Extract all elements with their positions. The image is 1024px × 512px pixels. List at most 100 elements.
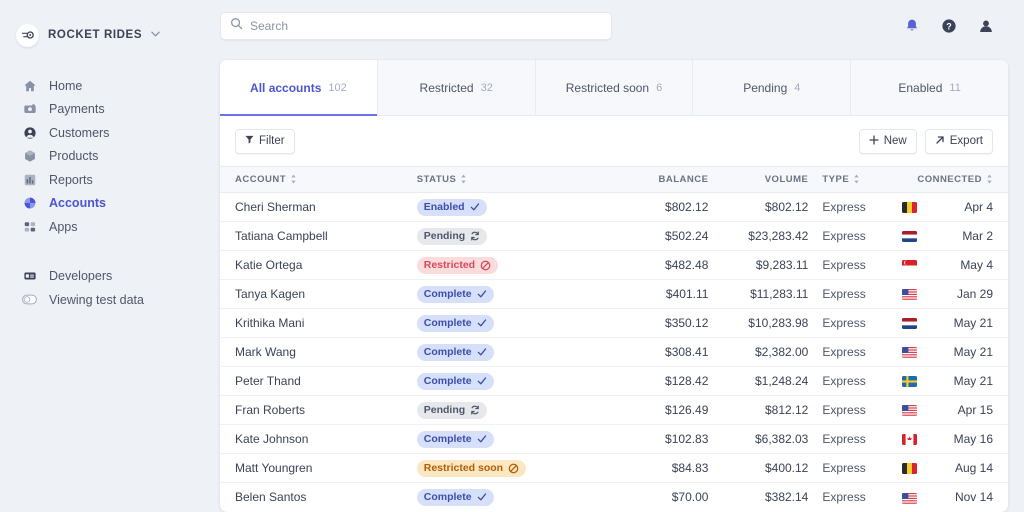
cell-volume: $23,283.42 xyxy=(716,222,818,251)
toggle-icon[interactable] xyxy=(22,292,37,307)
column-header-type[interactable]: TYPE xyxy=(818,167,885,193)
developers-icon xyxy=(22,269,37,284)
cell-country-flag xyxy=(886,396,933,425)
accounts-table: ACCOUNT STATUS xyxy=(220,166,1008,512)
check-icon xyxy=(477,492,487,502)
help-circle-icon[interactable]: ? xyxy=(940,18,957,35)
search-bar[interactable] xyxy=(220,12,612,40)
cell-type: Express xyxy=(818,280,885,309)
cell-type: Express xyxy=(818,425,885,454)
tab-all-accounts[interactable]: All accounts 102 xyxy=(220,60,378,115)
type-label: Express xyxy=(822,345,865,359)
table-row[interactable]: Matt YoungrenRestricted soon$84.83$400.1… xyxy=(220,454,1008,483)
table-row[interactable]: Mark WangComplete$308.41$2,382.00Express… xyxy=(220,338,1008,367)
cell-connected: Mar 2 xyxy=(933,222,1008,251)
export-label: Export xyxy=(950,135,983,147)
cell-account: Kate Johnson xyxy=(220,425,417,454)
cell-balance: $84.83 xyxy=(627,454,717,483)
cell-status: Restricted soon xyxy=(417,454,627,483)
sidebar-item-customers[interactable]: Customers xyxy=(0,121,218,145)
sort-icon[interactable] xyxy=(853,174,860,186)
sort-icon[interactable] xyxy=(460,174,467,186)
table-row[interactable]: Krithika ManiComplete$350.12$10,283.98Ex… xyxy=(220,309,1008,338)
table-row[interactable]: Cheri ShermanEnabled$802.12$802.12Expres… xyxy=(220,193,1008,222)
flag-nl-icon xyxy=(902,318,917,329)
sort-icon[interactable] xyxy=(986,174,993,186)
cell-connected: May 4 xyxy=(933,251,1008,280)
cell-type: Express xyxy=(818,454,885,483)
sidebar-item-accounts[interactable]: Accounts xyxy=(0,192,218,216)
home-icon xyxy=(22,78,37,93)
cell-status: Complete xyxy=(417,425,627,454)
rocket-logo-icon xyxy=(16,24,39,47)
customers-icon xyxy=(22,125,37,140)
column-header-account[interactable]: ACCOUNT xyxy=(220,167,417,193)
brand-switcher[interactable]: ROCKET RIDES xyxy=(0,18,218,52)
column-header-volume: VOLUME xyxy=(716,167,818,193)
cell-account: Cheri Sherman xyxy=(220,193,417,222)
cell-volume: $1,248.24 xyxy=(716,367,818,396)
type-label: Express xyxy=(822,316,865,330)
sidebar-item-reports[interactable]: Reports xyxy=(0,168,218,192)
cell-connected: Apr 4 xyxy=(933,193,1008,222)
cell-country-flag xyxy=(886,367,933,396)
accounts-icon xyxy=(22,196,37,211)
new-button[interactable]: New xyxy=(859,129,917,154)
apps-icon xyxy=(22,219,37,234)
cell-account: Fran Roberts xyxy=(220,396,417,425)
tab-pending[interactable]: Pending 4 xyxy=(693,60,851,115)
tab-restricted[interactable]: Restricted 32 xyxy=(378,60,536,115)
table-row[interactable]: Kate JohnsonComplete$102.83$6,382.03Expr… xyxy=(220,425,1008,454)
sidebar-item-label: Products xyxy=(49,149,98,163)
notifications-bell-icon[interactable] xyxy=(903,18,920,35)
search-input[interactable] xyxy=(250,19,602,33)
sidebar-item-payments[interactable]: Payments xyxy=(0,98,218,122)
table-row[interactable]: Tanya KagenComplete$401.11$11,283.11Expr… xyxy=(220,280,1008,309)
cell-status: Complete xyxy=(417,338,627,367)
type-label: Express xyxy=(822,403,865,417)
reports-icon xyxy=(22,172,37,187)
table-row[interactable]: Katie OrtegaRestricted$482.48$9,283.11Ex… xyxy=(220,251,1008,280)
column-label: TYPE xyxy=(822,174,849,185)
export-button[interactable]: Export xyxy=(925,129,993,154)
table-row[interactable]: Belen SantosComplete$70.00$382.14Express… xyxy=(220,483,1008,512)
plus-icon xyxy=(869,135,879,148)
main-area: ? All accounts 102 Restricted 32 R xyxy=(218,0,1024,512)
tab-count: 32 xyxy=(481,82,493,94)
column-header-connected[interactable]: CONNECTED xyxy=(933,167,1008,193)
sort-icon[interactable] xyxy=(290,174,297,186)
tab-restricted-soon[interactable]: Restricted soon 6 xyxy=(536,60,694,115)
table-row[interactable]: Peter ThandComplete$128.42$1,248.24Expre… xyxy=(220,367,1008,396)
refresh-icon xyxy=(470,405,480,415)
column-label: ACCOUNT xyxy=(235,174,286,185)
tab-count: 4 xyxy=(794,82,800,94)
cell-balance: $401.11 xyxy=(627,280,717,309)
table-row[interactable]: Fran RobertsPending$126.49$812.12Express… xyxy=(220,396,1008,425)
cell-balance: $350.12 xyxy=(627,309,717,338)
filter-button[interactable]: Filter xyxy=(235,129,295,154)
table-row[interactable]: Tatiana CampbellPending$502.24$23,283.42… xyxy=(220,222,1008,251)
status-badge-label: Complete xyxy=(424,433,472,445)
sidebar-item-developers[interactable]: Developers xyxy=(0,265,218,289)
check-icon xyxy=(477,289,487,299)
sidebar-item-products[interactable]: Products xyxy=(0,145,218,169)
column-label: CONNECTED xyxy=(917,174,982,185)
tab-enabled[interactable]: Enabled 11 xyxy=(851,60,1008,115)
cell-account: Peter Thand xyxy=(220,367,417,396)
user-avatar-icon[interactable] xyxy=(977,18,994,35)
cell-balance: $126.49 xyxy=(627,396,717,425)
sidebar-item-label: Reports xyxy=(49,173,93,187)
sidebar-item-viewing-test-data[interactable]: Viewing test data xyxy=(0,288,218,312)
status-badge-label: Complete xyxy=(424,288,472,300)
blocked-icon xyxy=(480,260,491,271)
payments-icon xyxy=(22,102,37,117)
column-header-status[interactable]: STATUS xyxy=(417,167,627,193)
status-badge-label: Pending xyxy=(424,230,465,242)
sidebar-item-home[interactable]: Home xyxy=(0,74,218,98)
new-label: New xyxy=(884,135,907,147)
cell-country-flag xyxy=(886,280,933,309)
cell-country-flag xyxy=(886,454,933,483)
tab-label: Enabled xyxy=(898,81,942,95)
sidebar-item-apps[interactable]: Apps xyxy=(0,215,218,239)
blocked-icon xyxy=(508,463,519,474)
